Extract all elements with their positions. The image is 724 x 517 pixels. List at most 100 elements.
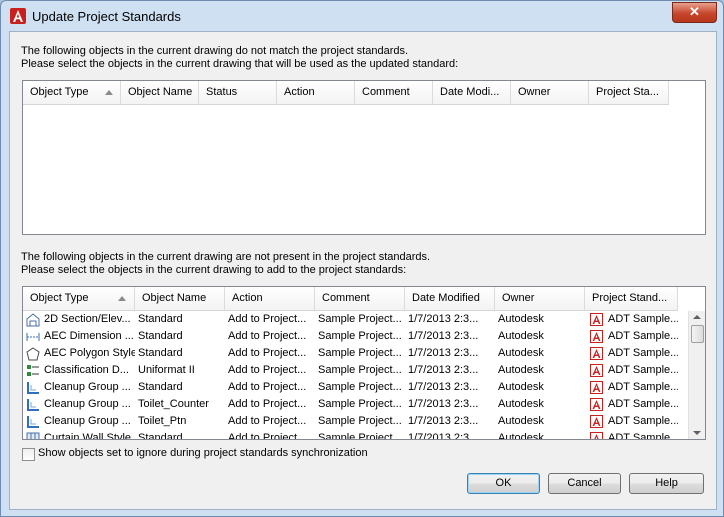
table-row[interactable]: Cleanup Group ... Toilet_Counter Add to Pr… (23, 396, 688, 413)
cell-text: Sample Project... (318, 432, 402, 440)
autocad-standards-icon (590, 347, 603, 360)
cell-owner: Autodesk (495, 430, 585, 440)
column-header-action[interactable]: Action (277, 81, 355, 104)
cell-text: Autodesk (498, 398, 544, 410)
cell-text: Standard (138, 330, 183, 342)
cell-text: AEC Dimension ... (44, 330, 134, 342)
cell-text: ADT Sample... (608, 364, 678, 376)
show-ignored-label[interactable]: Show objects set to ignore during projec… (38, 447, 368, 459)
scroll-thumb[interactable] (691, 325, 704, 343)
cell-owner: Autodesk (495, 311, 585, 328)
cell-text: 1/7/2013 2:3... (408, 313, 479, 325)
ok-button[interactable]: OK (467, 473, 540, 494)
cell-comment: Sample Project... (315, 430, 405, 440)
bottom-instruction-line2: Please select the objects in the current… (21, 264, 407, 276)
cell-text: 1/7/2013 2:3... (408, 330, 479, 342)
cell-text: Standard (138, 347, 183, 359)
cell-date: 1/7/2013 2:3... (405, 430, 495, 440)
column-header-date-modified[interactable]: Date Modi... (433, 81, 511, 104)
cell-text: ADT Sample... (608, 347, 678, 359)
polygon-icon (26, 346, 40, 361)
table-row[interactable]: Cleanup Group ... Standard Add to Project.… (23, 379, 688, 396)
cell-standard: ADT Sample... (585, 362, 678, 379)
sort-ascending-icon (105, 90, 113, 95)
cell-date: 1/7/2013 2:3... (405, 413, 495, 430)
cell-text: Autodesk (498, 432, 544, 440)
scroll-up-icon[interactable] (693, 315, 701, 319)
column-header-object-type[interactable]: Object Type (23, 81, 121, 104)
table-row[interactable]: Cleanup Group ... Toilet_Ptn Add to Projec… (23, 413, 688, 430)
cell-name: Toilet_Ptn (135, 413, 225, 430)
cell-action: Add to Project... (225, 379, 315, 396)
column-header-object-type[interactable]: Object Type (23, 287, 135, 310)
cell-text: Classification D... (44, 364, 129, 376)
cell-text: Sample Project... (318, 313, 402, 325)
cell-text: ADT Sample... (608, 381, 678, 393)
show-ignored-checkbox[interactable] (22, 448, 35, 461)
cell-action: Add to Project... (225, 328, 315, 345)
dialog-client-area: The following objects in the current dra… (9, 31, 717, 510)
autocad-standards-icon (590, 364, 603, 377)
cell-action: Add to Project... (225, 430, 315, 439)
column-header-project-standard[interactable]: Project Stand... (585, 287, 678, 310)
column-header-object-name[interactable]: Object Name (135, 287, 225, 310)
dialog-window: Update Project Standards ✕ The following… (0, 0, 724, 517)
nonmatching-objects-table[interactable]: Object Type Object Name Status Action Co… (22, 80, 706, 235)
cell-text: Autodesk (498, 364, 544, 376)
table-row[interactable]: AEC Polygon Style Standard Add to Project.… (23, 345, 688, 362)
cell-text: Autodesk (498, 330, 544, 342)
cell-type: 2D Section/Elev... (23, 311, 135, 328)
table-row[interactable]: 2D Section/Elev... Standard Add to Project… (23, 311, 688, 328)
cell-text: Toilet_Counter (138, 398, 209, 410)
cell-comment: Sample Project... (315, 396, 405, 413)
cell-text: Toilet_Ptn (138, 415, 187, 427)
help-button[interactable]: Help (629, 473, 704, 494)
cell-text: AEC Polygon Style (44, 347, 135, 359)
cell-text: 1/7/2013 2:3... (408, 415, 479, 427)
autocad-standards-icon (590, 398, 603, 411)
cell-text: ADT Sample... (608, 330, 678, 342)
cell-date: 1/7/2013 2:3... (405, 311, 495, 328)
cell-text: Autodesk (498, 415, 544, 427)
cell-action: Add to Project... (225, 396, 315, 413)
cell-text: Standard (138, 381, 183, 393)
cell-action: Add to Project... (225, 311, 315, 328)
cell-text: Autodesk (498, 381, 544, 393)
cell-comment: Sample Project... (315, 345, 405, 362)
column-header-owner[interactable]: Owner (511, 81, 589, 104)
cell-name: Uniformat II (135, 362, 225, 379)
header-label: Object Type (30, 292, 89, 304)
column-header-status[interactable]: Status (199, 81, 277, 104)
column-header-comment[interactable]: Comment (315, 287, 405, 310)
column-header-action[interactable]: Action (225, 287, 315, 310)
cell-owner: Autodesk (495, 413, 585, 430)
curtain-wall-icon (26, 432, 40, 439)
table-row[interactable]: Classification D... Uniformat II Add to Pr… (23, 362, 688, 379)
cell-name: Standard (135, 430, 225, 439)
column-header-date-modified[interactable]: Date Modified (405, 287, 495, 310)
table-row[interactable]: AEC Dimension ... Standard Add to Project.… (23, 328, 688, 345)
scroll-down-icon[interactable] (693, 431, 701, 435)
cell-text: 1/7/2013 2:3... (408, 432, 479, 440)
title-bar[interactable]: Update Project Standards ✕ (1, 1, 723, 31)
close-button[interactable]: ✕ (672, 2, 717, 23)
cell-text: Add to Project... (228, 381, 307, 393)
cell-owner: Autodesk (495, 396, 585, 413)
missing-objects-table[interactable]: Object Type Object Name Action Comment D… (22, 286, 706, 440)
column-header-comment[interactable]: Comment (355, 81, 433, 104)
cell-owner: Autodesk (495, 328, 585, 345)
vertical-scrollbar[interactable] (688, 311, 705, 439)
cell-text: 1/7/2013 2:3... (408, 398, 479, 410)
autocad-app-icon (10, 8, 26, 24)
cell-name: Standard (135, 311, 225, 328)
column-header-owner[interactable]: Owner (495, 287, 585, 310)
cancel-button[interactable]: Cancel (548, 473, 621, 494)
cell-text: Add to Project... (228, 313, 307, 325)
cleanup-group-icon (26, 381, 40, 395)
cell-date: 1/7/2013 2:3... (405, 379, 495, 396)
cell-standard: ADT Sample... (585, 430, 678, 439)
cell-text: 1/7/2013 2:3... (408, 364, 479, 376)
column-header-object-name[interactable]: Object Name (121, 81, 199, 104)
table-row[interactable]: Curtain Wall Style Standard Add to Project… (23, 430, 688, 440)
column-header-project-standard[interactable]: Project Sta... (589, 81, 669, 104)
